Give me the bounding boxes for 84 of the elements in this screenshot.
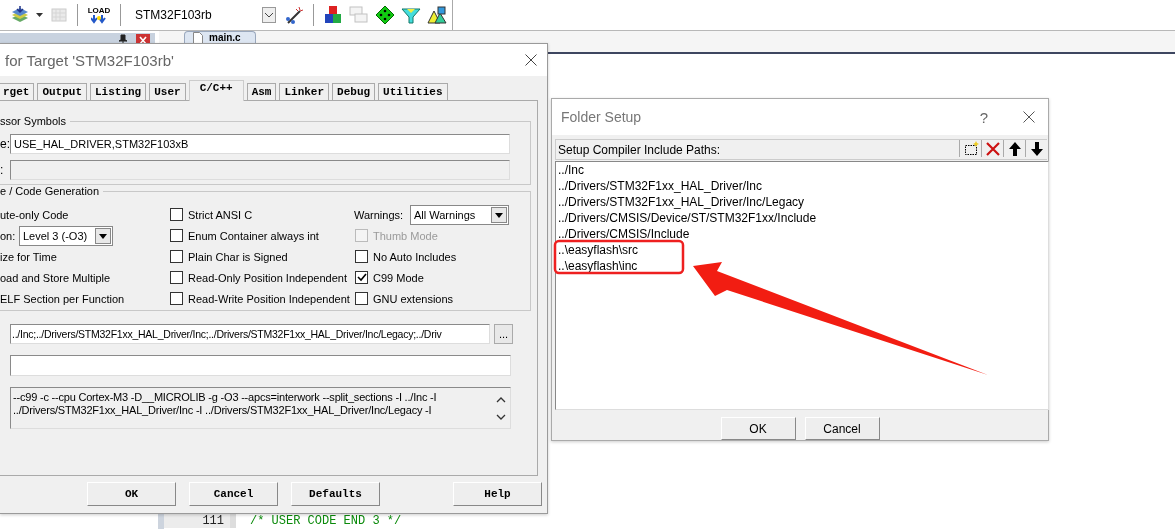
- window-title: for Target 'STM32F103rb': [5, 51, 174, 69]
- checkbox-label: GNU extensions: [373, 292, 454, 305]
- dialog-button[interactable]: Cancel: [804, 417, 880, 440]
- checkbox[interactable]: [355, 271, 368, 284]
- line-number: 111: [164, 514, 236, 528]
- dialog-button[interactable]: Defaults: [291, 482, 380, 506]
- list-item[interactable]: ../Drivers/CMSIS/Device/ST/STM32F1xx/Include: [558, 210, 1048, 226]
- dialog-button[interactable]: OK: [720, 417, 796, 440]
- field-label: e:: [0, 137, 8, 151]
- checkbox-label: Read-Only Position Independent: [188, 271, 347, 284]
- group-title: e / Code Generation: [0, 185, 101, 197]
- wand-icon[interactable]: [284, 5, 304, 25]
- dropdown[interactable]: All Warnings: [410, 204, 509, 225]
- layers-icon[interactable]: [10, 5, 30, 25]
- tab[interactable]: Debug: [332, 83, 376, 100]
- field-label: :: [0, 163, 5, 177]
- checkbox-label: Strict ANSI C: [188, 208, 253, 221]
- list-item[interactable]: ../Drivers/CMSIS/Include: [558, 226, 1048, 242]
- text-line: --c99 -c --cpu Cortex-M3 -D__MICROLIB -g -O3 --apcs=interwork --split_sections -I ../Inc -I: [13, 391, 438, 404]
- tab[interactable]: Linker: [279, 83, 330, 100]
- tab[interactable]: rget: [0, 83, 35, 100]
- tab[interactable]: Output: [37, 83, 87, 100]
- caret-icon: [262, 7, 276, 23]
- tab[interactable]: C/C++: [188, 80, 244, 101]
- tab[interactable]: Listing: [90, 83, 147, 100]
- code-line: /* USER CODE END 3 */: [249, 514, 402, 528]
- file-tab[interactable]: main.c: [184, 31, 256, 43]
- pin-icon[interactable]: [118, 34, 128, 46]
- checkbox[interactable]: [170, 292, 183, 305]
- checkbox[interactable]: [170, 271, 183, 284]
- field-label: on:: [0, 229, 17, 242]
- checkbox-label: Thumb Mode: [373, 229, 438, 242]
- close-icon[interactable]: [1023, 111, 1035, 123]
- list-item[interactable]: ..\easyflash\inc: [558, 258, 1048, 274]
- option-label: oad and Store Multiple: [0, 271, 111, 284]
- blocks-icon[interactable]: [323, 5, 343, 25]
- shapes-icon[interactable]: [427, 5, 447, 25]
- windows-icon: [349, 5, 369, 25]
- checkbox-label: Read-Write Position Independent: [188, 292, 350, 305]
- list-heading: Setup Compiler Include Paths:: [558, 142, 721, 157]
- dropdown[interactable]: Level 3 (-O3): [19, 225, 113, 246]
- option-label: ute-only Code: [0, 208, 69, 221]
- window-title: Folder Setup: [561, 109, 643, 125]
- checkbox[interactable]: [355, 292, 368, 305]
- checkbox-label: C99 Mode: [373, 271, 424, 284]
- group-title: ssor Symbols: [0, 115, 68, 127]
- tab-label: main.c: [209, 32, 241, 43]
- checkbox[interactable]: [170, 250, 183, 263]
- input-field[interactable]: [10, 355, 511, 376]
- dialog-button[interactable]: OK: [87, 482, 176, 506]
- diamond-icon[interactable]: [375, 5, 395, 25]
- input-field[interactable]: USE_HAL_DRIVER,STM32F103xB: [10, 134, 510, 154]
- caret-icon[interactable]: [36, 12, 44, 18]
- input-field[interactable]: ../Inc;../Drivers/STM32F1xx_HAL_Driver/Inc;../Drivers/STM32F1xx_HAL_Driver/Inc/Legacy;../Driv: [10, 324, 490, 344]
- device-dropdown[interactable]: STM32F103rb: [130, 5, 278, 25]
- list-item[interactable]: ../Drivers/STM32F1xx_HAL_Driver/Inc/Legacy: [558, 194, 1048, 210]
- list-item[interactable]: ../Inc: [558, 162, 1048, 178]
- tab[interactable]: Asm: [246, 83, 277, 100]
- scroll-up-icon[interactable]: [496, 396, 506, 403]
- funnel-icon[interactable]: [401, 5, 421, 25]
- checkbox-label: Plain Char is Signed: [188, 250, 288, 263]
- text-line: ../Drivers/STM32F1xx_HAL_Driver/Inc -I ../Drivers/STM32F1xx_HAL_Driver/Inc/Legacy -I: [13, 404, 433, 417]
- list-item[interactable]: ../Drivers/STM32F1xx_HAL_Driver/Inc: [558, 178, 1048, 194]
- checkbox[interactable]: [170, 208, 183, 221]
- option-label: ize for Time: [0, 250, 57, 263]
- checkbox-label: No Auto Includes: [373, 250, 457, 263]
- scroll-down-icon[interactable]: [496, 414, 506, 421]
- caret-icon: [491, 206, 507, 223]
- browse-button[interactable]: ...: [494, 324, 513, 344]
- help-button[interactable]: ?: [979, 108, 988, 126]
- tab[interactable]: Utilities: [378, 83, 448, 100]
- delete-icon[interactable]: [983, 139, 1002, 158]
- list-item[interactable]: ..\easyflash\src: [558, 242, 1048, 258]
- field-label: Warnings:: [354, 208, 405, 221]
- dialog-button[interactable]: Cancel: [189, 482, 278, 506]
- grid-icon: [50, 6, 68, 24]
- dialog-button[interactable]: Help: [453, 482, 542, 506]
- tab[interactable]: User: [149, 83, 186, 100]
- caret-icon: [95, 227, 111, 244]
- option-label: ELF Section per Function: [0, 292, 125, 305]
- checkbox-label: Enum Container always int: [188, 229, 319, 242]
- checkbox[interactable]: [170, 229, 183, 242]
- checkbox[interactable]: [355, 250, 368, 263]
- close-icon[interactable]: [525, 54, 537, 66]
